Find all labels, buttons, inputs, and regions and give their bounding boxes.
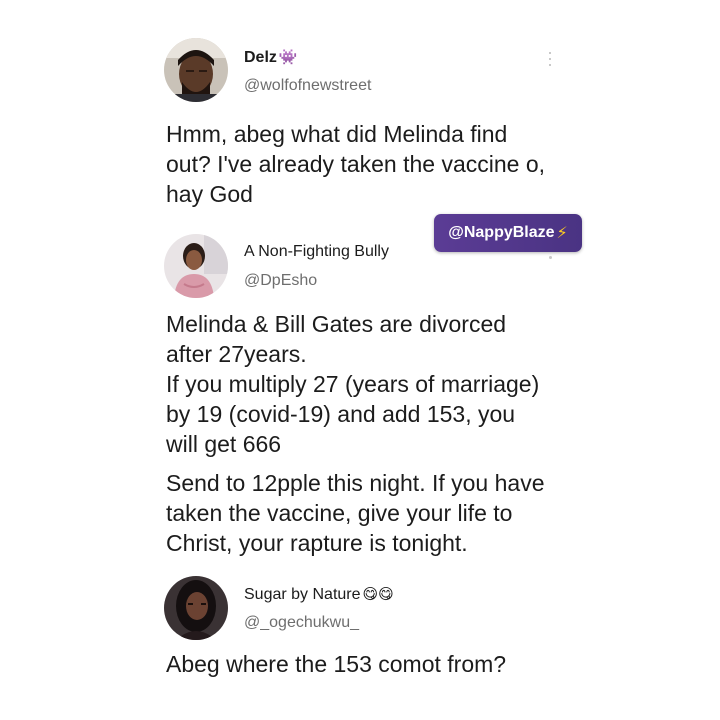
avatar[interactable] xyxy=(164,576,228,640)
tweet-text: Abeg where the 153 comot from? xyxy=(166,651,507,677)
author-name-text: Sugar by Nature xyxy=(244,586,361,603)
author-handle[interactable]: @_ogechukwu_ xyxy=(244,614,359,632)
author-name[interactable]: Sugar by Nature 😋😋 xyxy=(244,585,394,604)
yum-face-icon: 😋😋 xyxy=(362,586,394,603)
tweet-ogechukwu[interactable]: Sugar by Nature 😋😋 @_ogechukwu_ Abeg wher… xyxy=(0,0,720,690)
